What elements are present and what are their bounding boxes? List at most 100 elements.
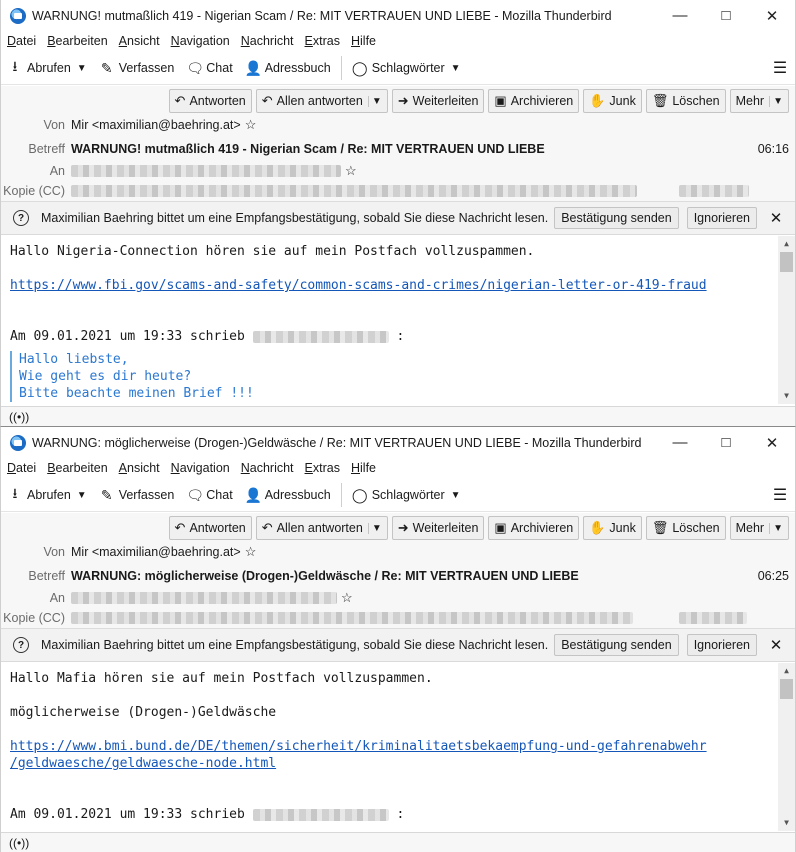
more-button[interactable]: Mehr ▼ bbox=[729, 516, 789, 540]
compose-button[interactable]: ✎ Verfassen bbox=[93, 482, 181, 508]
scroll-thumb[interactable] bbox=[780, 679, 793, 699]
send-receipt-button[interactable]: Bestätigung senden bbox=[554, 634, 679, 656]
menu-extras[interactable]: Extras bbox=[299, 461, 345, 475]
close-icon[interactable]: ✕ bbox=[749, 0, 795, 31]
close-icon[interactable]: ✕ bbox=[749, 427, 795, 458]
notification-text: Maximilian Baehring bittet um eine Empfa… bbox=[41, 211, 549, 225]
quote-intro-colon: : bbox=[396, 807, 405, 822]
send-receipt-button[interactable]: Bestätigung senden bbox=[554, 207, 679, 229]
chevron-down-icon[interactable]: ▼ bbox=[77, 490, 87, 501]
to-row: An ☆ bbox=[1, 589, 353, 607]
scrollbar[interactable]: ▲ ▼ bbox=[778, 663, 795, 831]
menu-hilfe[interactable]: Hilfe bbox=[345, 34, 381, 48]
hamburger-menu-icon[interactable]: ☰ bbox=[765, 58, 795, 78]
menu-nachricht[interactable]: Nachricht bbox=[235, 34, 299, 48]
compose-label: Verfassen bbox=[118, 488, 175, 502]
junk-button[interactable]: ✋ Junk bbox=[583, 516, 642, 540]
download-icon: ⭳ bbox=[12, 485, 18, 501]
body-link[interactable]: https://www.bmi.bund.de/DE/themen/sicher… bbox=[10, 738, 771, 755]
scrollbar[interactable]: ▲ ▼ bbox=[778, 236, 795, 404]
chat-button[interactable]: 🗨 Chat bbox=[180, 55, 238, 81]
to-label: An bbox=[49, 591, 65, 605]
receipt-notification: ? Maximilian Baehring bittet um eine Emp… bbox=[1, 629, 795, 662]
menu-nachricht[interactable]: Nachricht bbox=[235, 461, 299, 475]
main-toolbar: ⭳ Abrufen ▼ ✎ Verfassen 🗨 Chat 👤 Adressb… bbox=[1, 52, 795, 85]
star-icon[interactable]: ☆ bbox=[245, 117, 257, 133]
subject-value: WARNUNG! mutmaßlich 419 - Nigerian Scam … bbox=[71, 142, 545, 156]
menu-bearbeiten[interactable]: Bearbeiten bbox=[41, 461, 112, 475]
menu-extras[interactable]: Extras bbox=[299, 34, 345, 48]
tags-button[interactable]: ◯ Schlagwörter ▼ bbox=[346, 55, 467, 81]
menu-ansicht[interactable]: Ansicht bbox=[113, 461, 165, 475]
scroll-down-icon[interactable]: ▼ bbox=[778, 388, 795, 404]
menu-navigation[interactable]: Navigation bbox=[165, 461, 235, 475]
close-icon[interactable]: ✕ bbox=[765, 209, 787, 227]
reply-all-button[interactable]: ↶ Allen antworten ▼ bbox=[255, 516, 388, 540]
scroll-thumb[interactable] bbox=[780, 252, 793, 272]
forward-button[interactable]: ➜ Weiterleiten bbox=[391, 89, 485, 113]
address-book-button[interactable]: 👤 Adressbuch bbox=[239, 55, 337, 81]
menu-ansicht[interactable]: Ansicht bbox=[113, 34, 165, 48]
menu-datei[interactable]: Datei bbox=[1, 34, 41, 48]
reply-all-button[interactable]: ↶ Allen antworten ▼ bbox=[255, 89, 388, 113]
subject-label: Betreff bbox=[28, 142, 65, 156]
menu-bearbeiten[interactable]: Bearbeiten bbox=[41, 34, 112, 48]
chevron-down-icon[interactable]: ▼ bbox=[77, 63, 87, 74]
quote-line: Hallo liebste, bbox=[19, 352, 129, 367]
delete-label: Löschen bbox=[672, 521, 720, 535]
from-value[interactable]: Mir <maximilian@baehring.at> bbox=[71, 545, 241, 559]
status-bar: ((•)) bbox=[1, 406, 795, 426]
junk-button[interactable]: ✋ Junk bbox=[583, 89, 642, 113]
star-icon[interactable]: ☆ bbox=[341, 590, 353, 606]
quote-line: Wie geht es dir heute? bbox=[19, 369, 192, 384]
get-mail-button[interactable]: ⭳ Abrufen ▼ bbox=[1, 55, 93, 81]
junk-icon: ✋ bbox=[589, 520, 606, 535]
archive-button[interactable]: ▣ Archivieren bbox=[488, 516, 580, 540]
scroll-up-icon[interactable]: ▲ bbox=[778, 236, 795, 252]
address-book-icon: 👤 bbox=[244, 486, 263, 503]
chevron-down-icon[interactable]: ▼ bbox=[367, 95, 382, 107]
forward-button[interactable]: ➜ Weiterleiten bbox=[391, 516, 485, 540]
chevron-down-icon[interactable]: ▼ bbox=[367, 522, 382, 534]
minimize-icon[interactable]: — bbox=[657, 427, 703, 458]
redacted-sender bbox=[252, 808, 389, 821]
delete-label: Löschen bbox=[672, 94, 720, 108]
star-icon[interactable]: ☆ bbox=[345, 163, 357, 179]
delete-button[interactable]: 🗑 Löschen bbox=[645, 89, 726, 113]
reply-label: Antworten bbox=[189, 521, 246, 535]
forward-icon: ➜ bbox=[397, 520, 409, 535]
reply-icon: ↶ bbox=[174, 93, 186, 108]
maximize-icon[interactable]: □ bbox=[703, 427, 749, 458]
maximize-icon[interactable]: □ bbox=[703, 0, 749, 31]
scroll-down-icon[interactable]: ▼ bbox=[778, 815, 795, 831]
menu-datei[interactable]: Datei bbox=[1, 461, 41, 475]
menu-navigation[interactable]: Navigation bbox=[165, 34, 235, 48]
hamburger-menu-icon[interactable]: ☰ bbox=[765, 485, 795, 505]
star-icon[interactable]: ☆ bbox=[245, 544, 257, 560]
from-value[interactable]: Mir <maximilian@baehring.at> bbox=[71, 118, 241, 132]
menu-hilfe[interactable]: Hilfe bbox=[345, 461, 381, 475]
ignore-button[interactable]: Ignorieren bbox=[686, 207, 757, 229]
get-mail-button[interactable]: ⭳ Abrufen ▼ bbox=[1, 482, 93, 508]
quote-intro: Am 09.01.2021 um 19:33 schrieb : bbox=[10, 328, 771, 345]
body-link-continued[interactable]: /geldwaesche/geldwaesche-node.html bbox=[10, 755, 771, 772]
tags-button[interactable]: ◯ Schlagwörter ▼ bbox=[346, 482, 467, 508]
address-book-button[interactable]: 👤 Adressbuch bbox=[239, 482, 337, 508]
compose-button[interactable]: ✎ Verfassen bbox=[93, 55, 181, 81]
archive-icon: ▣ bbox=[494, 520, 507, 535]
delete-button[interactable]: 🗑 Löschen bbox=[645, 516, 726, 540]
close-icon[interactable]: ✕ bbox=[765, 636, 787, 654]
body-link[interactable]: https://www.fbi.gov/scams-and-safety/com… bbox=[10, 277, 771, 294]
body-text: Hallo Nigeria-Connection hören sie auf m… bbox=[10, 244, 535, 259]
archive-button[interactable]: ▣ Archivieren bbox=[488, 89, 580, 113]
chat-button[interactable]: 🗨 Chat bbox=[180, 482, 238, 508]
ignore-button[interactable]: Ignorieren bbox=[686, 634, 757, 656]
trash-icon: 🗑 bbox=[651, 520, 669, 535]
minimize-icon[interactable]: — bbox=[657, 0, 703, 31]
scroll-up-icon[interactable]: ▲ bbox=[778, 663, 795, 679]
reply-button[interactable]: ↶ Antworten bbox=[168, 89, 252, 113]
online-status-icon[interactable]: ((•)) bbox=[9, 410, 29, 424]
online-status-icon[interactable]: ((•)) bbox=[9, 836, 29, 850]
reply-button[interactable]: ↶ Antworten bbox=[168, 516, 252, 540]
more-button[interactable]: Mehr ▼ bbox=[729, 89, 789, 113]
